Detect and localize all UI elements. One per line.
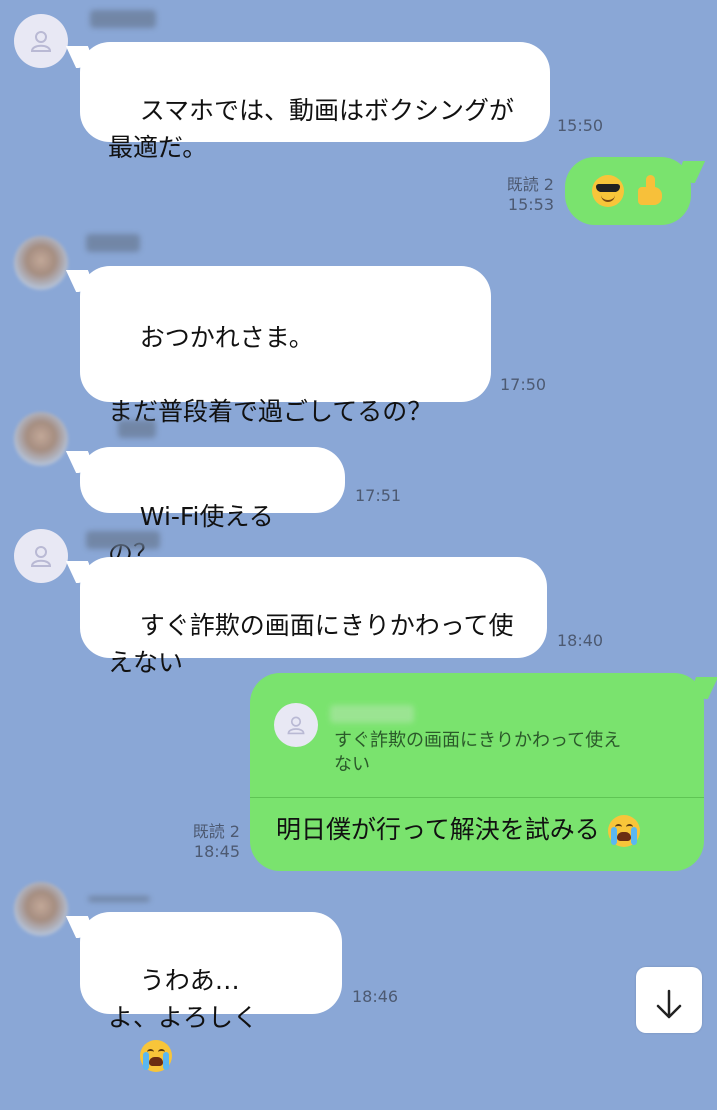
sender-name-blurred bbox=[118, 420, 156, 438]
arrow-down-icon bbox=[656, 989, 682, 1019]
message-time: 15:50 bbox=[557, 116, 604, 135]
message-time: 17:51 bbox=[355, 486, 402, 505]
read-receipt: 既読 2 bbox=[192, 822, 240, 841]
message-bubble-outgoing[interactable] bbox=[565, 157, 691, 225]
person-icon bbox=[30, 546, 52, 567]
sender-name-blurred bbox=[90, 10, 156, 28]
message-meta: 既読 2 15:53 bbox=[480, 175, 554, 215]
contact-avatar[interactable] bbox=[14, 412, 68, 466]
contact-avatar[interactable] bbox=[14, 236, 68, 290]
contact-avatar[interactable] bbox=[14, 882, 68, 936]
chat-area[interactable]: スマホでは、動画はボクシングが 最適だ。 15:50 既読 2 15:53 おつ… bbox=[0, 0, 717, 1072]
message-time: 18:45 bbox=[193, 842, 240, 861]
thumbs-up-icon bbox=[634, 175, 664, 207]
scroll-to-bottom-button[interactable] bbox=[636, 967, 702, 1033]
reply-message-bubble[interactable]: すぐ詐欺の画面にきりかわって使え ない 明日僕が行って解決を試みる bbox=[250, 673, 704, 871]
message-text: すぐ詐欺の画面にきりかわって使 えない bbox=[108, 611, 514, 677]
quoted-message-text: すぐ詐欺の画面にきりかわって使え ない bbox=[334, 730, 622, 775]
loudly-crying-face-icon bbox=[139, 1040, 172, 1072]
message-time: 18:46 bbox=[352, 987, 399, 1006]
loudly-crying-face-icon bbox=[607, 815, 640, 847]
message-text: 明日僕が行って解決を試みる bbox=[276, 815, 600, 844]
message-bubble[interactable]: うわあ… よ、よろしく bbox=[80, 912, 342, 1072]
quoted-avatar-icon bbox=[274, 703, 318, 747]
message-time: 15:53 bbox=[507, 195, 554, 214]
message-bubble[interactable]: すぐ詐欺の画面にきりかわって使 えない bbox=[80, 557, 547, 677]
sender-name-blurred bbox=[88, 896, 150, 902]
person-icon bbox=[30, 31, 52, 52]
message-text: スマホでは、動画はボクシングが 最適だ。 bbox=[108, 96, 515, 162]
reply-divider bbox=[250, 797, 704, 798]
message-bubble[interactable]: スマホでは、動画はボクシングが 最適だ。 bbox=[80, 42, 550, 162]
message-text: うわあ… よ、よろしく bbox=[108, 966, 259, 1032]
default-avatar-icon[interactable] bbox=[14, 14, 68, 68]
message-time: 18:40 bbox=[557, 631, 604, 650]
reply-message-line: 明日僕が行って解決を試みる bbox=[276, 811, 640, 848]
message-bubble[interactable]: おつかれさま。 まだ普段着で過ごしてるの？ bbox=[80, 266, 491, 426]
message-meta: 既読 2 18:45 bbox=[170, 822, 240, 862]
message-bubble[interactable]: Wi-Fi使えるの？ bbox=[80, 447, 345, 568]
smiling-face-with-sunglasses-icon bbox=[592, 175, 624, 207]
person-icon bbox=[287, 716, 305, 735]
message-text: おつかれさま。 まだ普段着で過ごしてるの？ bbox=[108, 323, 433, 426]
message-time: 17:50 bbox=[500, 375, 547, 394]
quoted-sender-name-blurred bbox=[330, 705, 414, 723]
sender-name-blurred bbox=[86, 531, 160, 549]
sender-name-blurred bbox=[86, 234, 140, 252]
default-avatar-icon[interactable] bbox=[14, 529, 68, 583]
read-receipt: 既読 2 bbox=[506, 175, 554, 194]
